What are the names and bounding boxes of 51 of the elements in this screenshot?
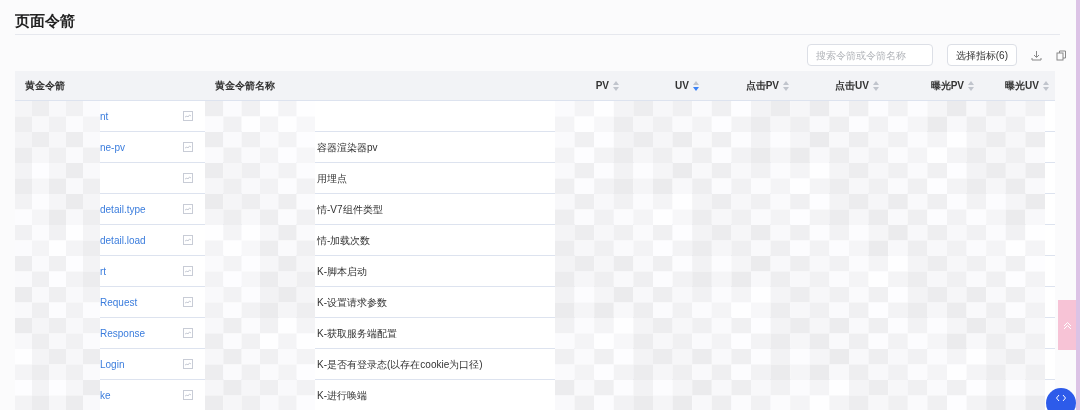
- name-text: 容器渲染器pv: [317, 140, 378, 155]
- code-button[interactable]: [1046, 388, 1076, 410]
- code-link[interactable]: Request: [100, 294, 138, 310]
- sort-icon[interactable]: [613, 80, 619, 91]
- column-header[interactable]: 曝光UV: [1005, 78, 1039, 93]
- code-link[interactable]: ne-pv: [100, 139, 125, 155]
- name-text: K-脚本启动: [317, 264, 367, 279]
- page-title: 页面令箭: [15, 11, 75, 31]
- column-header: 黄金令箭名称: [215, 79, 275, 93]
- code-link[interactable]: rt: [100, 263, 107, 279]
- code-link[interactable]: detail.type: [100, 201, 146, 217]
- chart-icon[interactable]: [183, 328, 193, 338]
- chart-icon[interactable]: [183, 266, 193, 276]
- search-field[interactable]: 搜索令箭或令箭名称: [806, 44, 933, 66]
- sort-icon[interactable]: [1043, 80, 1049, 91]
- chart-icon[interactable]: [183, 204, 193, 214]
- chart-icon[interactable]: [183, 390, 193, 400]
- column-header[interactable]: 点击UV: [835, 78, 869, 93]
- code-link[interactable]: nt: [100, 108, 109, 124]
- back-to-top-button[interactable]: [1058, 300, 1076, 350]
- code-link[interactable]: Login: [100, 356, 125, 372]
- chart-icon[interactable]: [183, 173, 193, 183]
- sort-icon[interactable]: [783, 80, 789, 91]
- chart-icon[interactable]: [183, 297, 193, 307]
- name-text: 情-V7组件类型: [317, 202, 383, 217]
- chart-icon[interactable]: [183, 142, 193, 152]
- name-text: K-设置请求参数: [317, 295, 387, 310]
- name-text: 情-加载次数: [317, 233, 371, 248]
- download-icon[interactable]: [1031, 49, 1042, 61]
- code-link[interactable]: ke: [100, 387, 111, 403]
- sort-icon[interactable]: [968, 80, 974, 91]
- name-text: K-进行唤端: [317, 388, 367, 403]
- select-metrics-button[interactable]: 选择指标(6): [946, 44, 1017, 66]
- sort-icon[interactable]: [873, 80, 879, 91]
- chart-icon[interactable]: [183, 359, 193, 369]
- code-link[interactable]: Response: [100, 325, 146, 341]
- up-icon: [1062, 320, 1072, 330]
- column-header[interactable]: 曝光PV: [930, 78, 964, 93]
- column-header[interactable]: PV: [595, 78, 609, 93]
- column-header[interactable]: UV: [675, 78, 689, 93]
- copy-icon[interactable]: [1056, 49, 1067, 61]
- chart-icon[interactable]: [183, 111, 193, 121]
- column-header[interactable]: 点击PV: [745, 78, 779, 93]
- column-header: 黄金令箭: [25, 79, 65, 93]
- code-link[interactable]: detail.load: [100, 232, 146, 248]
- chart-icon[interactable]: [183, 235, 193, 245]
- name-text: K-是否有登录态(以存在cookie为口径): [317, 357, 483, 372]
- code-icon: [1056, 394, 1066, 402]
- name-text: K-获取服务端配置: [317, 326, 397, 341]
- sort-icon[interactable]: [693, 80, 699, 91]
- name-text: 用埋点: [317, 171, 347, 186]
